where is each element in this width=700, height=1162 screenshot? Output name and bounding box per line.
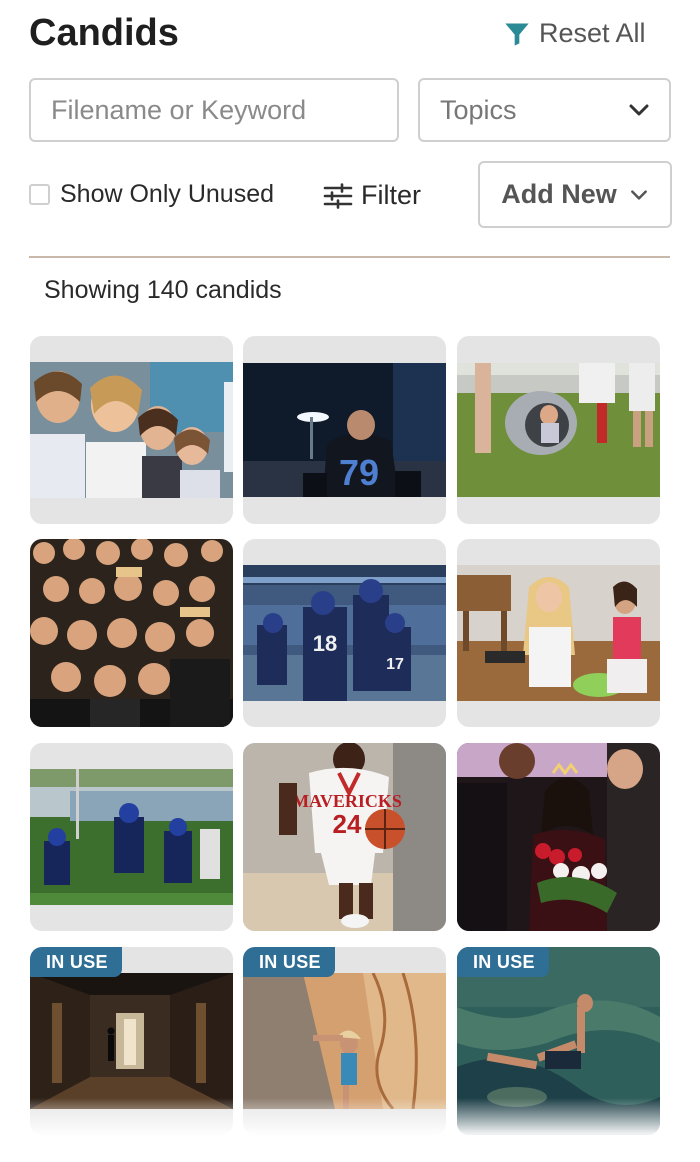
photo-thumbnail [457,363,660,497]
add-new-label: Add New [501,179,617,209]
photo-thumbnail [30,362,233,498]
homecoming-queen-image [457,743,660,931]
show-only-unused-checkbox[interactable] [29,184,50,205]
divider [29,256,670,258]
photo-thumbnail: 79 [243,363,446,497]
svg-text:17: 17 [386,656,404,673]
photo-card[interactable] [30,336,233,524]
results-count: Showing 140 candids [44,276,282,304]
student-crowd-cheering-image [30,539,233,727]
football-game-play-image [30,769,233,905]
photo-thumbnail [457,565,660,701]
photo-card[interactable]: IN USE [457,947,660,1135]
reset-all-label: Reset All [539,18,646,48]
show-only-unused-toggle[interactable]: Show Only Unused [29,180,274,209]
search-input[interactable] [29,78,399,142]
in-use-badge: IN USE [243,947,335,977]
photo-thumbnail: MAVERICKS 24 [243,743,446,931]
in-use-badge: IN USE [30,947,122,977]
svg-text:MAVERICKS: MAVERICKS [292,791,402,811]
basketball-player-24-image: MAVERICKS 24 [243,743,446,931]
photo-thumbnail [30,539,233,727]
svg-text:18: 18 [313,631,337,656]
students-on-floor-image [457,565,660,701]
photo-card[interactable]: IN USE [30,947,233,1135]
reset-all-button[interactable]: Reset All [503,18,646,49]
photo-thumbnail [30,769,233,905]
show-only-unused-label: Show Only Unused [60,180,275,208]
photo-card[interactable] [30,539,233,727]
chevron-down-icon [629,104,649,116]
football-players-celebrating-image: 18 17 [243,565,446,701]
photo-card[interactable]: IN USE [243,947,446,1135]
cheering-fans-image [30,362,233,498]
rock-climber-image [243,973,446,1109]
photo-thumbnail [243,973,446,1109]
filter-button[interactable]: Filter [323,180,421,211]
chevron-down-icon [630,189,647,200]
add-new-button[interactable]: Add New [478,161,672,228]
football-player-79-image: 79 [243,363,446,497]
photo-thumbnail [457,743,660,931]
photo-card[interactable] [457,743,660,931]
photo-grid: 79 18 17 MAVERICKS 24 IN USE IN USE IN U… [30,336,660,1135]
school-hallway-image [30,973,233,1109]
filter-funnel-icon [505,23,529,46]
in-use-badge: IN USE [457,947,549,977]
sliders-icon [323,182,353,209]
photo-card[interactable] [457,336,660,524]
page-title: Candids [29,12,179,54]
topics-selected-value: Topics [440,94,517,125]
photo-card[interactable]: MAVERICKS 24 [243,743,446,931]
filter-label: Filter [361,180,421,210]
topics-select[interactable]: Topics [418,78,671,142]
photo-thumbnail [30,973,233,1109]
photo-card[interactable] [457,539,660,727]
photo-card[interactable] [30,743,233,931]
candids-panel: Candids Reset All Topics Show Only Unuse… [0,0,700,1162]
kids-playground-tunnel-image [457,363,660,497]
photo-card[interactable]: 79 [243,336,446,524]
photo-card[interactable]: 18 17 [243,539,446,727]
svg-text:24: 24 [333,809,362,839]
svg-text:79: 79 [339,452,379,493]
photo-thumbnail: 18 17 [243,565,446,701]
